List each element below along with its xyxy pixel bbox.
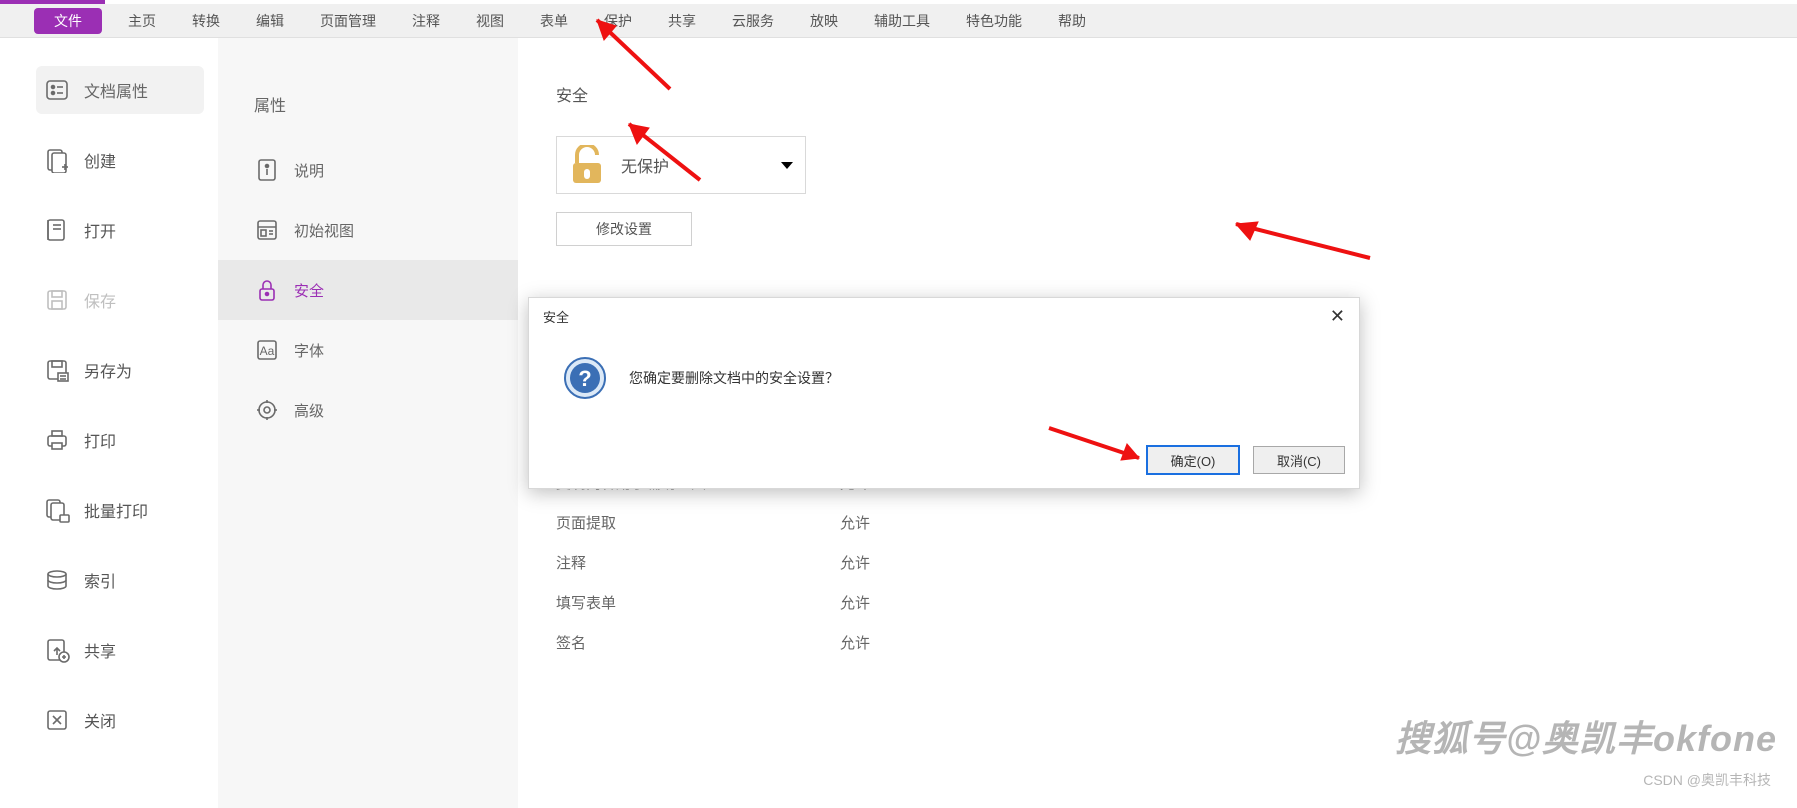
dialog-message: 您确定要删除文档中的安全设置？ [629,368,839,388]
permissions-list: 复制内容用于辅助工具允许页面提取允许注释允许填写表单允许签名允许 [556,462,1797,662]
initial-view-icon [254,217,280,243]
permission-value: 允许 [840,592,870,613]
menu-特色功能[interactable]: 特色功能 [948,4,1040,38]
menu-云服务[interactable]: 云服务 [714,4,792,38]
menu-共享[interactable]: 共享 [650,4,714,38]
sidebar-item-label: 另存为 [84,358,132,382]
properties-item-label: 说明 [294,160,324,181]
modify-settings-button[interactable]: 修改设置 [556,212,692,246]
properties-item-2[interactable]: 安全 [218,260,518,320]
save-icon [44,287,70,313]
document-properties-icon [44,77,70,103]
dialog-ok-button[interactable]: 确定(O) [1147,446,1239,474]
menu-主页[interactable]: 主页 [110,4,174,38]
watermark-sub: CSDN @奥凯丰科技 [1643,770,1771,790]
protection-select[interactable]: 无保护 [556,136,806,194]
sidebar-item-label: 共享 [84,638,116,662]
file-sidebar-item-3: 保存 [36,276,204,324]
sidebar-item-label: 打开 [84,218,116,242]
file-sidebar: 文档属性创建打开保存另存为打印批量打印索引共享关闭 [0,38,218,808]
security-icon [254,277,280,303]
sidebar-item-label: 文档属性 [84,78,148,102]
save-as-icon [44,357,70,383]
menu-帮助[interactable]: 帮助 [1040,4,1104,38]
menu-放映[interactable]: 放映 [792,4,856,38]
menu-视图[interactable]: 视图 [458,4,522,38]
sidebar-item-label: 批量打印 [84,498,148,522]
question-icon: ? [563,356,607,400]
menu-页面管理[interactable]: 页面管理 [302,4,394,38]
sidebar-item-label: 关闭 [84,708,116,732]
dialog-cancel-button[interactable]: 取消(C) [1253,446,1345,474]
protection-select-label: 无保护 [621,153,669,177]
permission-label: 注释 [556,552,840,573]
menubar: 文件主页转换编辑页面管理注释视图表单保护共享云服务放映辅助工具特色功能帮助 [0,4,1797,38]
properties-item-1[interactable]: 初始视图 [218,200,518,260]
advanced-icon [254,397,280,423]
permission-value: 允许 [840,512,870,533]
menu-转换[interactable]: 转换 [174,4,238,38]
font-icon: Aa [254,337,280,363]
confirm-dialog: 安全 ✕ ? 您确定要删除文档中的安全设置？ 确定(O) 取消(C) [528,297,1360,489]
file-sidebar-item-8[interactable]: 共享 [36,626,204,674]
index-icon [44,567,70,593]
permission-row: 注释允许 [556,542,1797,582]
unlock-icon [569,145,605,185]
share-icon [44,637,70,663]
print-icon [44,427,70,453]
menu-保护[interactable]: 保护 [586,4,650,38]
sidebar-item-label: 打印 [84,428,116,452]
sidebar-item-label: 创建 [84,148,116,172]
properties-item-label: 安全 [294,280,324,301]
menu-文件[interactable]: 文件 [34,8,102,34]
file-sidebar-item-4[interactable]: 另存为 [36,346,204,394]
sidebar-item-label: 索引 [84,568,116,592]
file-sidebar-item-6[interactable]: 批量打印 [36,486,204,534]
permission-label: 签名 [556,632,840,653]
chevron-down-icon [781,162,793,169]
close-icon [44,707,70,733]
permission-label: 填写表单 [556,592,840,613]
open-icon [44,217,70,243]
file-sidebar-item-7[interactable]: 索引 [36,556,204,604]
properties-item-label: 初始视图 [294,220,354,241]
file-sidebar-item-1[interactable]: 创建 [36,136,204,184]
permission-label: 页面提取 [556,512,840,533]
properties-sidebar: 属性 说明初始视图安全 Aa 字体高级 [218,38,518,808]
file-sidebar-item-0[interactable]: 文档属性 [36,66,204,114]
dialog-close-button[interactable]: ✕ [1330,307,1345,325]
permission-value: 允许 [840,632,870,653]
properties-item-0[interactable]: 说明 [218,140,518,200]
file-sidebar-item-2[interactable]: 打开 [36,206,204,254]
menu-表单[interactable]: 表单 [522,4,586,38]
section-title: 安全 [556,82,1797,106]
permission-row: 页面提取允许 [556,502,1797,542]
properties-title: 属性 [218,92,518,140]
properties-item-label: 字体 [294,340,324,361]
dialog-cancel-label: 取消(C) [1277,454,1321,469]
permission-row: 填写表单允许 [556,582,1797,622]
dialog-title: 安全 [543,307,569,326]
sidebar-item-label: 保存 [84,288,116,312]
file-sidebar-item-5[interactable]: 打印 [36,416,204,464]
file-sidebar-item-9[interactable]: 关闭 [36,696,204,744]
svg-text:?: ? [578,366,591,391]
watermark-main: 搜狐号@奥凯丰okfone [1395,710,1777,762]
svg-text:Aa: Aa [260,344,275,358]
description-icon [254,157,280,183]
menu-辅助工具[interactable]: 辅助工具 [856,4,948,38]
properties-item-3[interactable]: Aa 字体 [218,320,518,380]
create-icon [44,147,70,173]
dialog-ok-label: 确定(O) [1171,454,1216,469]
properties-item-label: 高级 [294,400,324,421]
menu-注释[interactable]: 注释 [394,4,458,38]
menu-编辑[interactable]: 编辑 [238,4,302,38]
permission-value: 允许 [840,552,870,573]
properties-item-4[interactable]: 高级 [218,380,518,440]
permission-row: 签名允许 [556,622,1797,662]
batch-print-icon [44,497,70,523]
